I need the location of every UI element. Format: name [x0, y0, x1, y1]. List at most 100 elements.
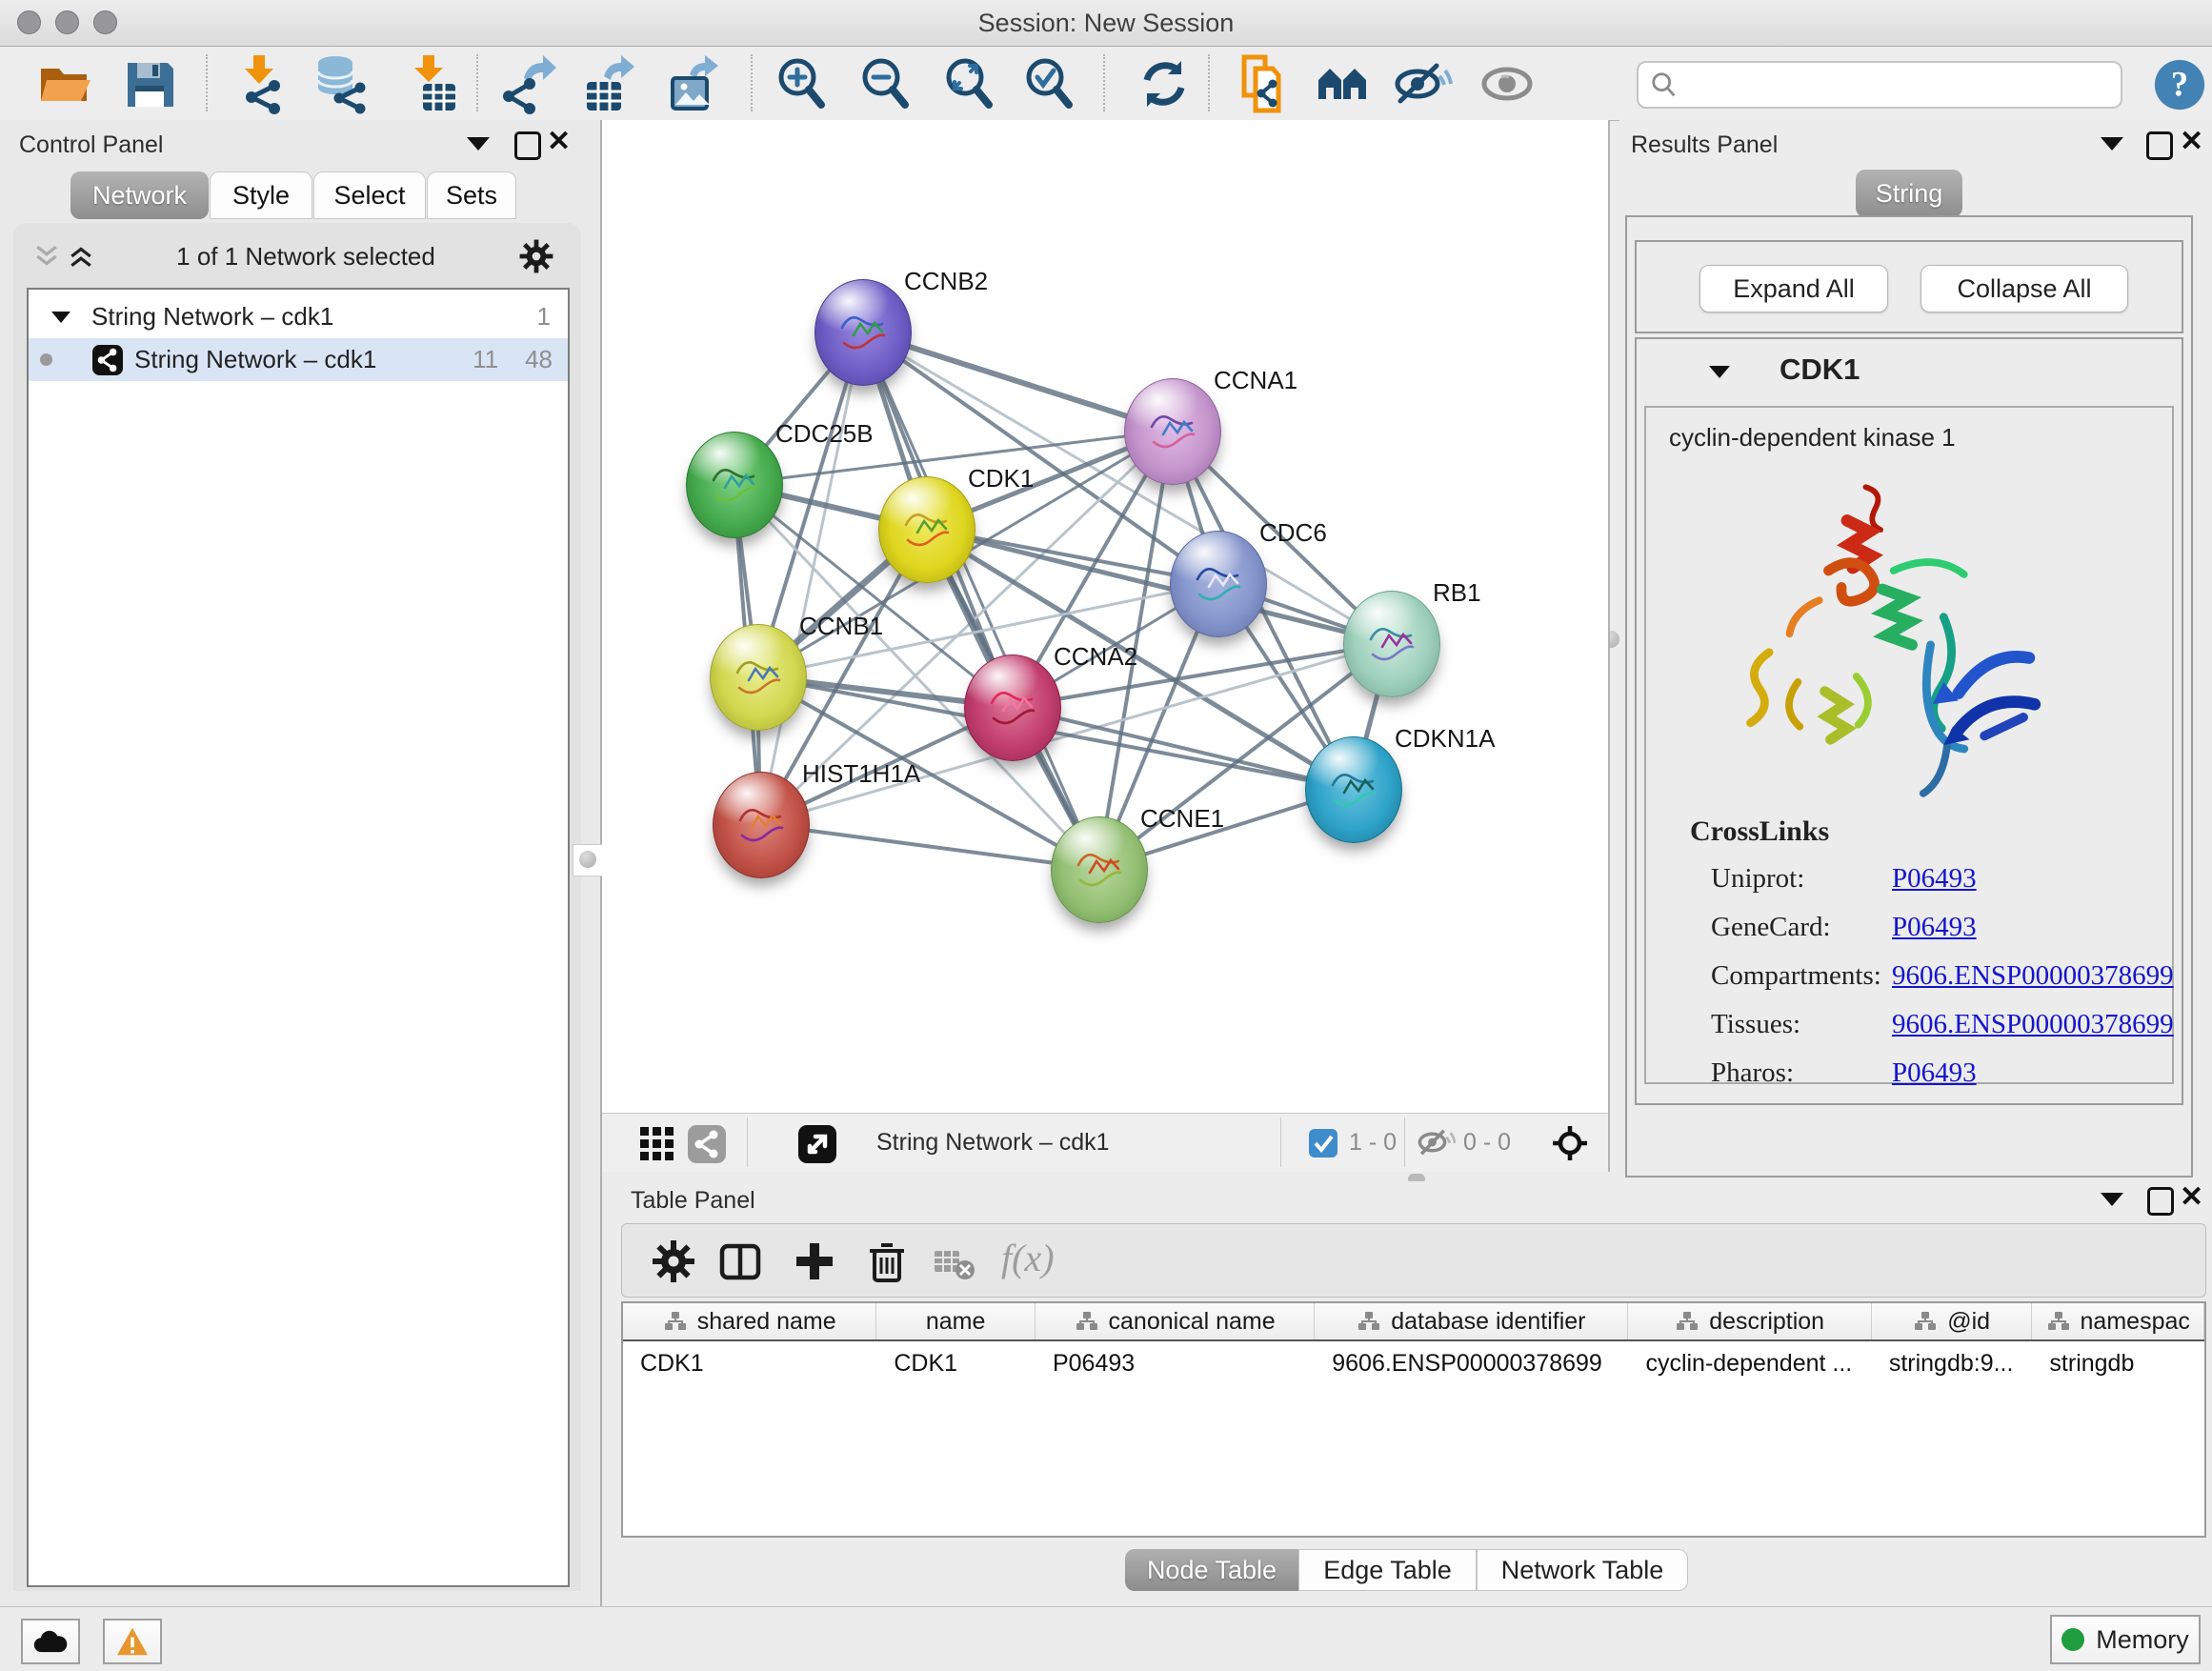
open-session-button[interactable]	[34, 53, 95, 114]
crosslink-link[interactable]: P06493	[1892, 863, 1977, 895]
tab-edge-table[interactable]: Edge Table	[1298, 1549, 1477, 1591]
search-field	[1637, 61, 2122, 109]
table-mode-button[interactable]	[649, 1238, 698, 1287]
tab-string[interactable]: String	[1856, 170, 1962, 217]
table-cell[interactable]: stringdb	[2032, 1343, 2204, 1383]
export-image-icon	[663, 53, 724, 114]
help-button[interactable]: ?	[2149, 55, 2210, 116]
panel-float-icon[interactable]	[514, 131, 541, 160]
zoom-out-button[interactable]	[855, 53, 916, 114]
column-header-canonical-name[interactable]: canonical name	[1036, 1303, 1315, 1339]
apply-layout-button[interactable]	[1134, 53, 1195, 114]
collapse-all-button[interactable]: Collapse All	[1920, 265, 2128, 312]
save-session-button[interactable]	[118, 53, 179, 114]
export-network-file-button[interactable]	[497, 53, 558, 114]
network-node-cdc25b[interactable]	[686, 432, 783, 538]
table-cell[interactable]: CDK1	[623, 1343, 876, 1383]
panel-menu-icon[interactable]	[467, 137, 490, 151]
memory-button[interactable]: Memory	[2050, 1615, 2201, 1664]
network-node-ccnb2[interactable]	[814, 279, 912, 386]
create-column-button[interactable]	[790, 1238, 839, 1287]
hide-selection-button[interactable]	[1393, 53, 1454, 114]
table-cell[interactable]: P06493	[1036, 1343, 1315, 1383]
section-collapse-icon[interactable]	[1709, 366, 1730, 378]
section-node-name: CDK1	[1780, 352, 1860, 387]
selected-count-checkbox[interactable]	[1309, 1129, 1337, 1158]
tab-sets[interactable]: Sets	[427, 171, 516, 219]
table-row[interactable]: CDK1CDK1P064939606.ENSP00000378699cyclin…	[623, 1343, 2204, 1383]
import-network-file-button[interactable]	[229, 53, 290, 114]
function-builder-button[interactable]: f(x)	[1001, 1236, 1055, 1280]
column-header--id[interactable]: @id	[1872, 1303, 2033, 1339]
show-all-button[interactable]	[1478, 53, 1539, 114]
network-node-cdk1[interactable]	[878, 476, 975, 583]
network-tree-root-row[interactable]: String Network – cdk1 1	[29, 295, 568, 338]
network-node-cdkn1a[interactable]	[1305, 736, 1402, 843]
panel-float-icon[interactable]	[2146, 131, 2173, 160]
panel-menu-icon[interactable]	[2101, 1193, 2123, 1206]
show-columns-button[interactable]	[715, 1238, 765, 1287]
expand-all-icon[interactable]	[69, 245, 93, 268]
panel-close-icon[interactable]: ✕	[2180, 1185, 2203, 1210]
birdseye-view-button[interactable]	[798, 1125, 836, 1163]
column-header-name[interactable]: name	[876, 1303, 1036, 1339]
gear-icon[interactable]	[518, 238, 554, 274]
table-cell[interactable]: 9606.ENSP00000378699	[1315, 1343, 1628, 1383]
column-label: shared name	[697, 1308, 836, 1336]
crosslink-link[interactable]: P06493	[1892, 912, 1977, 943]
show-eye-icon	[1478, 53, 1539, 114]
column-header-namespac[interactable]: namespac	[2032, 1303, 2204, 1339]
zoom-fit-button[interactable]	[939, 53, 1000, 114]
cloud-status-button[interactable]	[21, 1619, 80, 1664]
panel-close-icon[interactable]: ✕	[2180, 130, 2203, 154]
hidden-eye-icon[interactable]	[1416, 1127, 1456, 1158]
network-node-cdc6[interactable]	[1170, 531, 1267, 637]
expand-all-button[interactable]: Expand All	[1699, 265, 1888, 312]
delete-column-button[interactable]	[862, 1238, 912, 1287]
export-image-button[interactable]	[663, 53, 724, 114]
splitter-handle-left[interactable]	[573, 844, 603, 876]
network-node-ccna2[interactable]	[964, 654, 1061, 761]
tab-style[interactable]: Style	[210, 171, 312, 219]
table-cell[interactable]: CDK1	[876, 1343, 1036, 1383]
table-cell[interactable]: cyclin-dependent ...	[1628, 1343, 1871, 1383]
tree-expand-icon[interactable]	[51, 312, 70, 323]
column-header-description[interactable]: description	[1628, 1303, 1871, 1339]
search-input[interactable]	[1688, 65, 2111, 103]
network-node-ccne1[interactable]	[1051, 816, 1148, 923]
table-cell[interactable]: stringdb:9...	[1872, 1343, 2033, 1383]
network-node-rb1[interactable]	[1343, 591, 1440, 697]
crosslink-link[interactable]: 9606.ENSP00000378699	[1892, 960, 2174, 992]
crosslinks-title: CrossLinks	[1690, 815, 1829, 848]
panel-float-icon[interactable]	[2147, 1187, 2174, 1216]
import-table-file-button[interactable]	[400, 53, 461, 114]
network-node-hist1h1a[interactable]	[713, 772, 810, 878]
network-node-ccnb1[interactable]	[710, 624, 807, 731]
grid-view-icon[interactable]	[640, 1127, 674, 1161]
delete-table-button[interactable]	[933, 1245, 976, 1281]
crosslink-link[interactable]: 9606.ENSP00000378699	[1892, 1009, 2174, 1040]
panel-menu-icon[interactable]	[2101, 137, 2123, 151]
network-view[interactable]: CCNB2 CCNA1 CDC25B CDK1 CDC6 RB1 CCNB1 C…	[602, 120, 1610, 1172]
new-network-selection-button[interactable]	[1235, 53, 1296, 114]
warnings-button[interactable]	[103, 1619, 162, 1664]
tab-network-table[interactable]: Network Table	[1477, 1549, 1688, 1591]
tab-network[interactable]: Network	[70, 171, 209, 219]
panel-close-icon[interactable]: ✕	[547, 130, 571, 154]
center-view-crosshair-icon[interactable]	[1551, 1124, 1589, 1162]
network-tree-selected-row[interactable]: String Network – cdk1 11 48	[29, 338, 568, 381]
tab-node-table[interactable]: Node Table	[1125, 1549, 1298, 1591]
export-table-button[interactable]	[579, 53, 640, 114]
collapse-all-icon[interactable]	[34, 245, 59, 268]
column-header-shared-name[interactable]: shared name	[623, 1303, 876, 1339]
zoom-selected-button[interactable]	[1019, 53, 1080, 114]
first-neighbors-button[interactable]	[1315, 53, 1376, 114]
zoom-in-button[interactable]	[772, 53, 833, 114]
tab-select[interactable]: Select	[313, 171, 426, 219]
network-overview-icon[interactable]	[688, 1125, 726, 1163]
import-network-database-button[interactable]	[311, 53, 372, 114]
protein-ribbon-thumbnail	[1306, 737, 1401, 842]
column-header-database-identifier[interactable]: database identifier	[1315, 1303, 1628, 1339]
crosslink-link[interactable]: P06493	[1892, 1057, 1977, 1089]
network-node-ccna1[interactable]	[1124, 378, 1221, 485]
